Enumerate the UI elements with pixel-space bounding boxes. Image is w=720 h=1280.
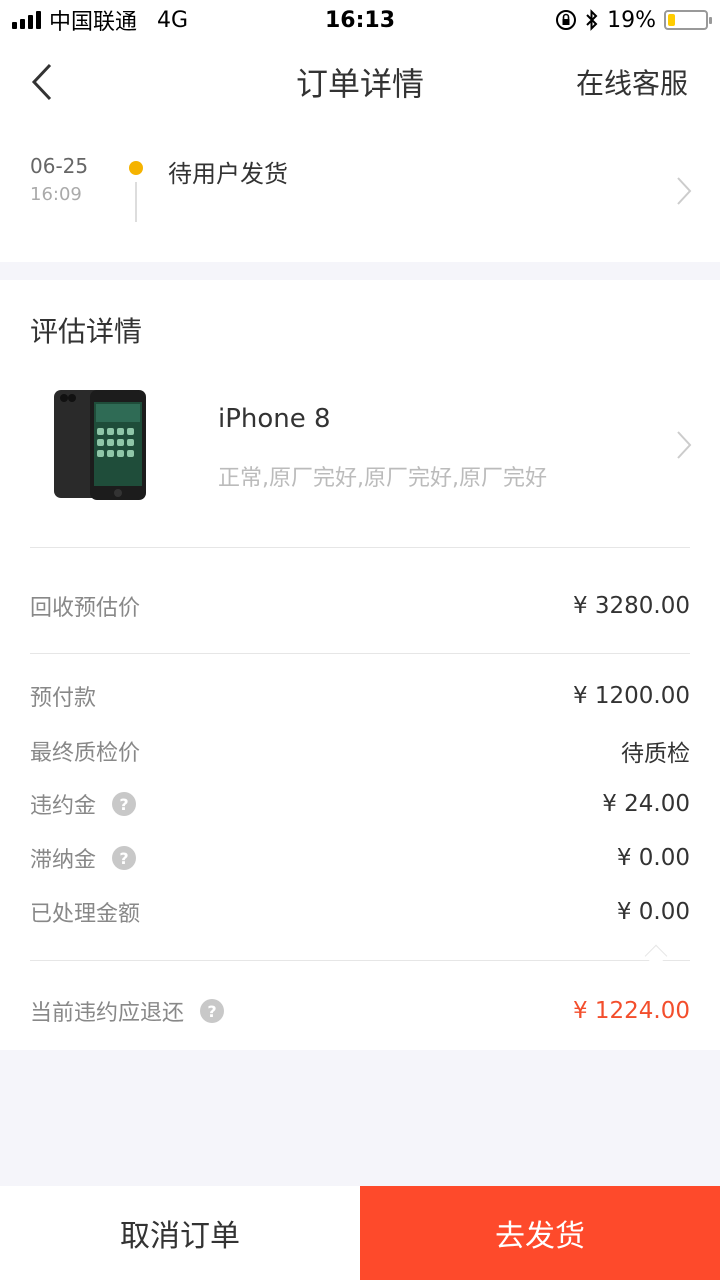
online-service-button[interactable]: 在线客服 (576, 62, 688, 102)
divider (30, 653, 690, 654)
fee-row: 已处理金额 ¥ 0.00 (30, 896, 690, 928)
status-bar: 中国联通 4G 16:13 19% (0, 0, 720, 40)
help-icon[interactable]: ? (112, 792, 137, 816)
fee-value: 待质检 (621, 741, 690, 767)
product-description: 正常,原厂完好,原厂完好,原厂完好 (218, 466, 547, 491)
estimate-label: 回收预估价 (30, 596, 141, 621)
fee-label-wrap: 滞纳金 ? (30, 842, 137, 874)
status-date: 06-25 (30, 154, 89, 178)
divider (30, 960, 690, 961)
help-icon[interactable]: ? (112, 846, 137, 870)
back-button[interactable] (30, 60, 74, 104)
fee-row: 最终质检价 待质检 (30, 734, 690, 768)
order-status-card[interactable]: 06-25 16:09 待用户发货 (0, 124, 720, 262)
refund-label-wrap: 当前违约应退还 ? (30, 995, 225, 1027)
fee-value: ¥ 1200.00 (572, 683, 690, 709)
fee-row: 预付款 ¥ 1200.00 (30, 680, 690, 712)
carrier-name: 中国联通 (49, 10, 138, 35)
fee-label: 滞纳金 (30, 848, 97, 873)
orientation-lock-icon (556, 10, 577, 30)
help-icon[interactable]: ? (200, 999, 225, 1023)
refund-row: 当前违约应退还 ? ¥ 1224.00 (30, 995, 690, 1027)
timeline-line (135, 182, 137, 222)
ship-button[interactable]: 去发货 (360, 1186, 720, 1280)
divider (30, 547, 690, 548)
refund-value: ¥ 1224.00 (572, 998, 690, 1024)
fee-label: 最终质检价 (30, 741, 141, 766)
cancel-order-button[interactable]: 取消订单 (0, 1186, 360, 1280)
chevron-right-icon (677, 431, 692, 459)
bluetooth-icon (586, 9, 598, 31)
refund-label: 当前违约应退还 (30, 1001, 185, 1026)
bottom-action-bar: 取消订单 去发货 (0, 1186, 720, 1280)
network-type: 4G (157, 7, 189, 33)
fee-label: 预付款 (30, 686, 97, 711)
battery-percent: 19% (607, 7, 656, 33)
iphone-image (54, 390, 146, 500)
divider-notch (644, 944, 668, 968)
fee-value: ¥ 24.00 (602, 791, 690, 817)
status-right: 19% (555, 7, 712, 33)
fee-row: 违约金 ? ¥ 24.00 (30, 788, 690, 820)
product-name: iPhone 8 (218, 404, 331, 434)
fee-label-wrap: 违约金 ? (30, 788, 137, 820)
chevron-right-icon (677, 177, 692, 205)
chevron-left-icon (31, 63, 52, 101)
status-text: 待用户发货 (168, 160, 288, 188)
order-detail-screen: 中国联通 4G 16:13 19% 订单详情 在线客服 06-25 16:09 … (0, 0, 720, 1280)
status-time: 16:09 (30, 184, 82, 205)
evaluation-card: 评估详情 iPhone 8 正常,原厂完好,原厂完好,原厂完好 回收预估价 ¥ … (0, 280, 720, 1050)
estimate-value: ¥ 3280.00 (572, 593, 690, 619)
evaluation-title: 评估详情 (30, 315, 143, 348)
fee-value: ¥ 0.00 (616, 899, 690, 925)
battery-icon (664, 10, 712, 30)
fee-label: 已处理金额 (30, 902, 141, 927)
nav-bar: 订单详情 在线客服 (0, 40, 720, 124)
fee-label: 违约金 (30, 794, 97, 819)
signal-icon (12, 11, 41, 29)
estimate-row: 回收预估价 ¥ 3280.00 (30, 590, 690, 622)
fee-row: 滞纳金 ? ¥ 0.00 (30, 842, 690, 874)
fee-value: ¥ 0.00 (616, 845, 690, 871)
status-dot (129, 161, 143, 175)
